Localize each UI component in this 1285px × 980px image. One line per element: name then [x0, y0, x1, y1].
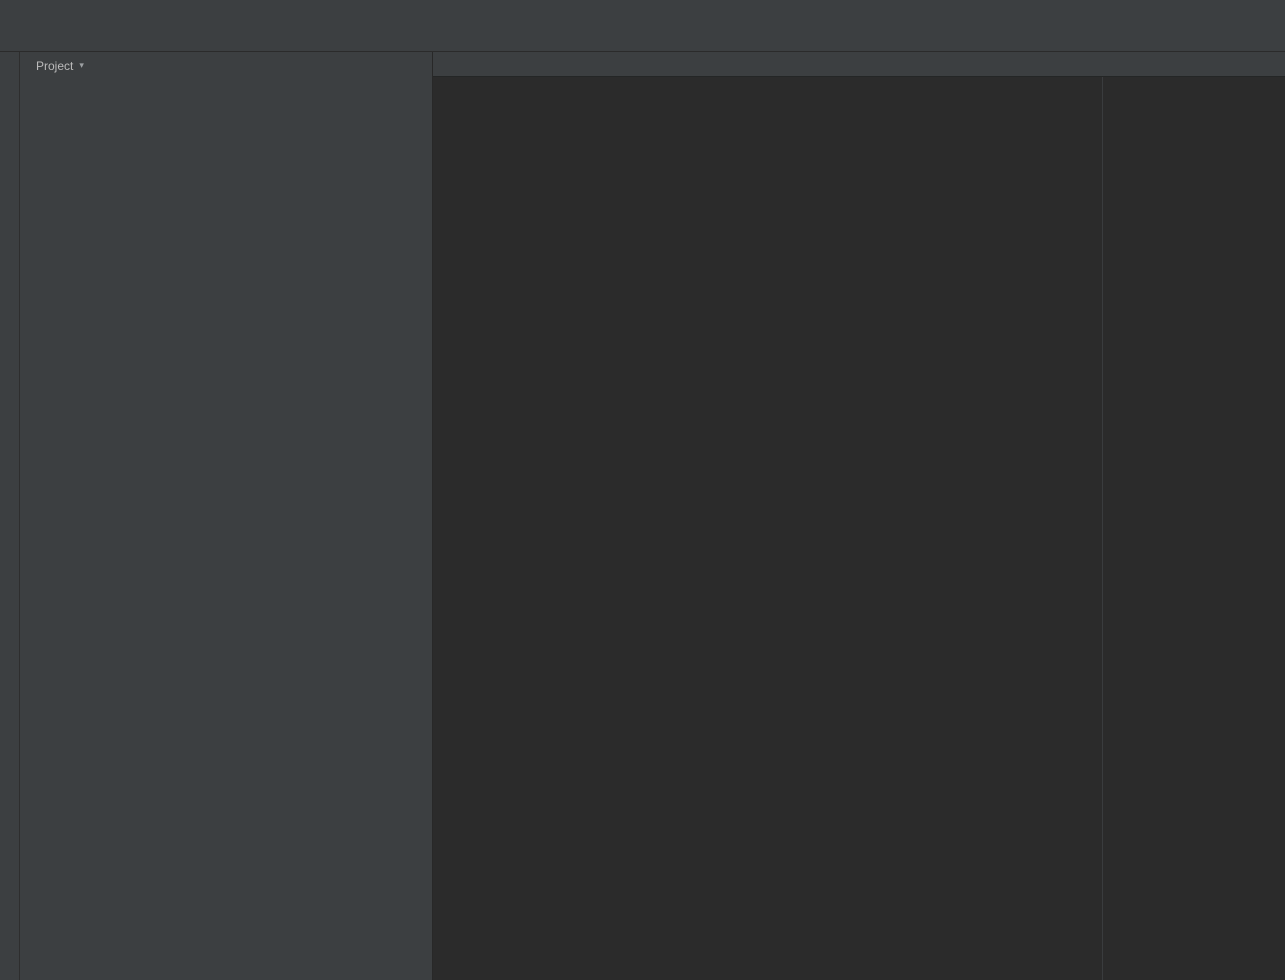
project-view-selector[interactable]: Project ▾ [30, 59, 84, 73]
breadcrumb-bar [0, 21, 1285, 52]
right-margin-guide [1102, 77, 1103, 980]
project-tree[interactable] [20, 79, 432, 980]
main-area: Project ▾ [0, 52, 1285, 980]
project-panel-header: Project ▾ [20, 52, 432, 79]
chevron-down-icon: ▾ [79, 60, 84, 71]
left-tool-strip [0, 52, 20, 980]
project-tool-window: Project ▾ [20, 52, 433, 980]
menu-bar [0, 0, 1285, 21]
code-editor[interactable] [433, 77, 1285, 980]
editor-area [433, 52, 1285, 980]
editor-tab-bar [433, 52, 1285, 77]
project-panel-title: Project [36, 59, 73, 73]
ide-window: Project ▾ [0, 0, 1285, 980]
